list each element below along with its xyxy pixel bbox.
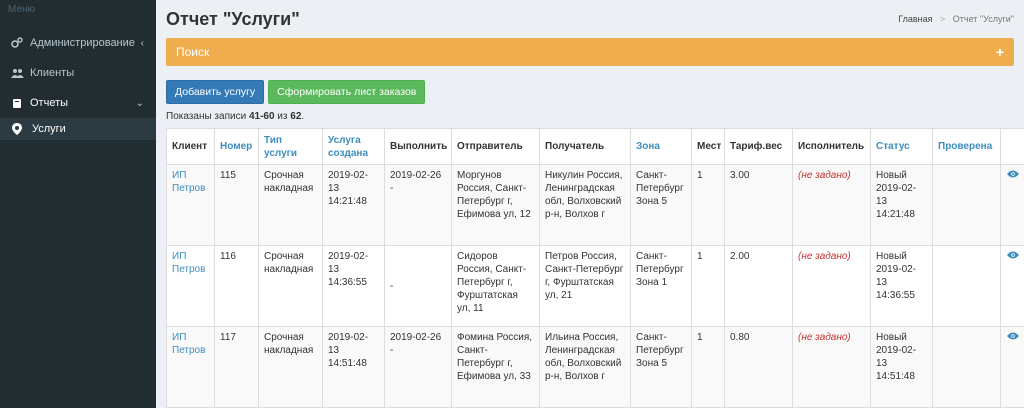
sidebar-item-label: Клиенты <box>30 67 75 79</box>
table-row: ИП Петров 116 Срочная накладная 2019-02-… <box>166 245 1024 327</box>
eye-icon[interactable] <box>1006 331 1019 344</box>
cell-execute: 2019-02-26 - <box>384 164 452 246</box>
action-buttons: Добавить услугу Сформировать лист заказо… <box>166 80 1014 104</box>
cell-status: Новый 2019-02-13 14:51:48 <box>870 326 933 408</box>
column-header-actions <box>1000 128 1024 165</box>
column-header-status[interactable]: Статус <box>870 128 933 165</box>
cell-checked <box>932 245 1001 327</box>
column-header-executor: Исполнитель <box>792 128 871 165</box>
cell-execute: - <box>384 245 452 327</box>
cell-type: Срочная накладная <box>258 326 323 408</box>
main-content: Отчет "Услуги" Главная > Отчет "Услуги" … <box>156 0 1024 408</box>
column-header-client: Клиент <box>166 128 215 165</box>
cell-client-link[interactable]: ИП Петров <box>166 164 215 246</box>
column-header-sender: Отправитель <box>451 128 540 165</box>
cell-recipient: Петров Россия, Санкт-Петербург г, Фуршта… <box>539 245 631 327</box>
cell-created: 2019-02-13 14:51:48 <box>322 326 385 408</box>
sidebar-item-clients[interactable]: Клиенты <box>0 58 156 88</box>
column-header-weight: Тариф.вес <box>724 128 793 165</box>
column-header-recipient: Получатель <box>539 128 631 165</box>
table-header-row: Клиент Номер Тип услуги Услуга создана В… <box>166 128 1024 165</box>
cell-executor: (не задано) <box>792 164 871 246</box>
cell-checked <box>932 164 1001 246</box>
column-header-checked[interactable]: Проверена <box>932 128 1001 165</box>
cell-type: Срочная накладная <box>258 164 323 246</box>
eye-icon[interactable] <box>1006 169 1019 182</box>
sidebar-subitem-services[interactable]: Услуги <box>0 118 156 140</box>
gears-icon <box>10 37 24 49</box>
records-range: 41-60 <box>248 111 275 122</box>
map-marker-icon <box>12 123 24 135</box>
cell-zone: Санкт-Петербург Зона 5 <box>630 326 692 408</box>
column-header-execute: Выполнить <box>384 128 452 165</box>
sidebar-subitem-label: Услуги <box>32 123 66 135</box>
cell-number: 116 <box>214 245 259 327</box>
chevron-down-icon: ⌄ <box>135 97 144 109</box>
book-icon <box>10 98 24 109</box>
cell-created: 2019-02-13 14:36:55 <box>322 245 385 327</box>
chevron-left-icon: ‹ <box>140 37 144 49</box>
cell-execute: 2019-02-26 - <box>384 326 452 408</box>
records-summary: Показаны записи 41-60 из 62. <box>166 111 305 122</box>
users-icon <box>10 68 24 79</box>
content-header: Отчет "Услуги" Главная > Отчет "Услуги" <box>156 0 1024 38</box>
cell-executor: (не задано) <box>792 326 871 408</box>
cell-created: 2019-02-13 14:21:48 <box>322 164 385 246</box>
sidebar-item-label: Отчеты <box>30 97 69 109</box>
column-header-number[interactable]: Номер <box>214 128 259 165</box>
cell-recipient: Ильина Россия, Ленинградская обл, Волхов… <box>539 326 631 408</box>
cell-view <box>1000 164 1024 246</box>
breadcrumb-home[interactable]: Главная <box>898 14 932 24</box>
column-header-places: Мест <box>691 128 725 165</box>
breadcrumb-separator: > <box>940 14 946 24</box>
cell-number: 115 <box>214 164 259 246</box>
cell-weight: 0.80 <box>724 326 793 408</box>
cell-type: Срочная накладная <box>258 245 323 327</box>
cell-view <box>1000 326 1024 408</box>
cell-recipient: Никулин Россия, Ленинградская обл, Волхо… <box>539 164 631 246</box>
page-title: Отчет "Услуги" <box>166 8 300 29</box>
cell-sender: Фомина Россия, Санкт-Петербург г, Ефимов… <box>451 326 540 408</box>
sidebar-item-reports[interactable]: Отчеты ⌄ <box>0 88 156 118</box>
add-service-button[interactable]: Добавить услугу <box>166 80 265 104</box>
records-total: 62 <box>290 111 302 122</box>
cell-places: 1 <box>691 326 725 408</box>
sidebar: Меню Администрирование ‹ Клиенты Отчеты … <box>0 0 156 408</box>
cell-weight: 2.00 <box>724 245 793 327</box>
form-order-list-button[interactable]: Сформировать лист заказов <box>268 80 426 104</box>
sidebar-header: Меню <box>8 4 36 15</box>
cell-zone: Санкт-Петербург Зона 5 <box>630 164 692 246</box>
cell-places: 1 <box>691 164 725 246</box>
column-header-created[interactable]: Услуга создана <box>322 128 385 165</box>
column-header-zone[interactable]: Зона <box>630 128 692 165</box>
cell-executor: (не задано) <box>792 245 871 327</box>
sidebar-item-label: Администрирование <box>30 37 135 49</box>
cell-sender: Моргунов Россия, Санкт-Петербург г, Ефим… <box>451 164 540 246</box>
cell-view <box>1000 245 1024 327</box>
cell-checked <box>932 326 1001 408</box>
cell-zone: Санкт-Петербург Зона 1 <box>630 245 692 327</box>
table-row: ИП Петров 117 Срочная накладная 2019-02-… <box>166 326 1024 408</box>
cell-status: Новый 2019-02-13 14:21:48 <box>870 164 933 246</box>
cell-weight: 3.00 <box>724 164 793 246</box>
breadcrumb: Главная > Отчет "Услуги" <box>898 14 1014 24</box>
search-panel-title: Поиск <box>176 45 210 59</box>
eye-icon[interactable] <box>1006 250 1019 263</box>
cell-status: Новый 2019-02-13 14:36:55 <box>870 245 933 327</box>
cell-sender: Сидоров Россия, Санкт-Петербург г, Фуршт… <box>451 245 540 327</box>
table-row: ИП Петров 115 Срочная накладная 2019-02-… <box>166 164 1024 246</box>
cell-places: 1 <box>691 245 725 327</box>
cell-client-link[interactable]: ИП Петров <box>166 245 215 327</box>
cell-client-link[interactable]: ИП Петров <box>166 326 215 408</box>
breadcrumb-current: Отчет "Услуги" <box>952 14 1014 24</box>
search-panel-toggle[interactable]: Поиск + <box>166 38 1014 66</box>
services-table: Клиент Номер Тип услуги Услуга создана В… <box>166 128 1024 408</box>
column-header-type[interactable]: Тип услуги <box>258 128 323 165</box>
plus-icon[interactable]: + <box>996 44 1004 60</box>
sidebar-item-administration[interactable]: Администрирование ‹ <box>0 28 156 58</box>
cell-number: 117 <box>214 326 259 408</box>
